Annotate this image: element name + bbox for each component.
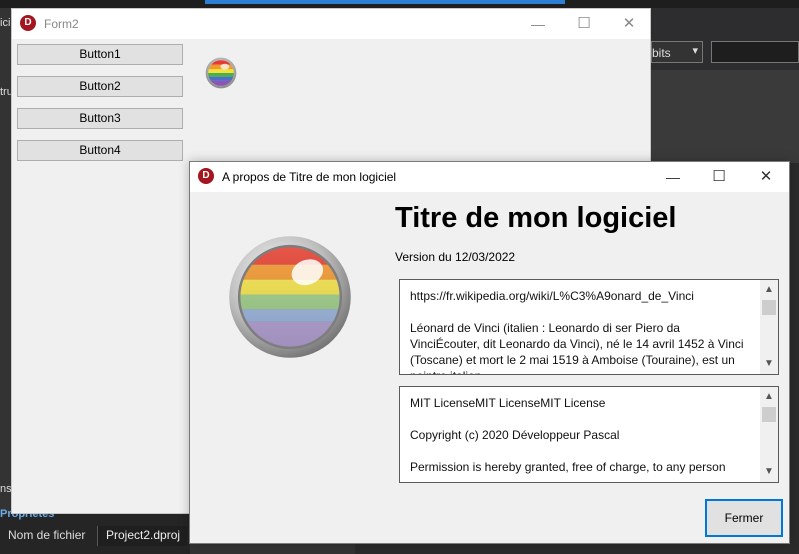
about-titlebar[interactable]: D A propos de Titre de mon logiciel — ☐ … — [190, 162, 789, 192]
rainbow-ball-icon[interactable] — [205, 57, 237, 89]
dialog-title: A propos de Titre de mon logiciel — [222, 170, 397, 184]
button1[interactable]: Button1 — [17, 44, 183, 65]
form2-titlebar[interactable]: D Form2 — ☐ ✕ — [12, 9, 650, 39]
memo-scrollbar[interactable]: ▲ ▼ — [760, 280, 778, 374]
close-button[interactable]: ✕ — [606, 9, 652, 39]
minimize-button[interactable]: — — [650, 162, 696, 192]
license-line: MIT LicenseMIT LicenseMIT License — [410, 396, 606, 410]
button2[interactable]: Button2 — [17, 76, 183, 97]
license-line: Permission is hereby granted, free of ch… — [410, 460, 726, 474]
memo-scrollbar[interactable]: ▲ ▼ — [760, 387, 778, 482]
ide-title-strip — [205, 0, 565, 4]
ide-combo-text: bits — [652, 46, 671, 60]
license-memo[interactable]: MIT LicenseMIT LicenseMIT License Copyri… — [399, 386, 779, 483]
ide-edit-field[interactable] — [711, 41, 799, 63]
ide-left-panel: ici trut ns — [0, 8, 16, 554]
description-text: https://fr.wikipedia.org/wiki/L%C3%A9ona… — [410, 288, 750, 374]
ide-right-panel: bits ▾ — [651, 8, 799, 163]
description-line: Léonard de Vinci (italien : Leonardo di … — [410, 321, 744, 374]
ide-combo[interactable]: bits ▾ — [651, 41, 703, 63]
license-text: MIT LicenseMIT LicenseMIT License Copyri… — [410, 395, 750, 482]
property-label: Nom de fichier — [8, 528, 86, 542]
about-dialog: D A propos de Titre de mon logiciel — ☐ … — [189, 161, 790, 544]
ide-top-bar — [0, 0, 799, 8]
close-button[interactable]: ✕ — [743, 162, 789, 192]
object-inspector: Propriétés Nom de fichier Project2.dproj — [0, 508, 190, 554]
description-memo[interactable]: https://fr.wikipedia.org/wiki/L%C3%A9ona… — [399, 279, 779, 375]
maximize-button[interactable]: ☐ — [696, 162, 742, 192]
scroll-thumb[interactable] — [762, 300, 776, 315]
chevron-down-icon: ▾ — [692, 45, 698, 57]
app-icon: D — [20, 15, 36, 31]
scroll-thumb[interactable] — [762, 407, 776, 422]
version-label: Version du 12/03/2022 — [395, 250, 516, 264]
ide-panel — [651, 70, 799, 163]
license-line: Copyright (c) 2020 Développeur Pascal — [410, 428, 620, 442]
property-value[interactable]: Project2.dproj — [97, 526, 187, 546]
ide-fragment: ns — [0, 483, 12, 495]
description-line: https://fr.wikipedia.org/wiki/L%C3%A9ona… — [410, 289, 694, 303]
app-logo-icon — [229, 236, 351, 358]
button3[interactable]: Button3 — [17, 108, 183, 129]
ide-fragment: ici — [0, 17, 11, 29]
app-title: Titre de mon logiciel — [395, 202, 677, 234]
scroll-up-icon[interactable]: ▲ — [760, 282, 778, 298]
scroll-up-icon[interactable]: ▲ — [760, 389, 778, 405]
minimize-button[interactable]: — — [515, 9, 561, 39]
scroll-down-icon[interactable]: ▼ — [760, 464, 778, 480]
close-dialog-button[interactable]: Fermer — [705, 499, 783, 537]
button4[interactable]: Button4 — [17, 140, 183, 161]
app-icon: D — [198, 168, 214, 184]
window-title: Form2 — [44, 17, 79, 31]
scroll-down-icon[interactable]: ▼ — [760, 356, 778, 372]
maximize-button[interactable]: ☐ — [561, 9, 607, 39]
